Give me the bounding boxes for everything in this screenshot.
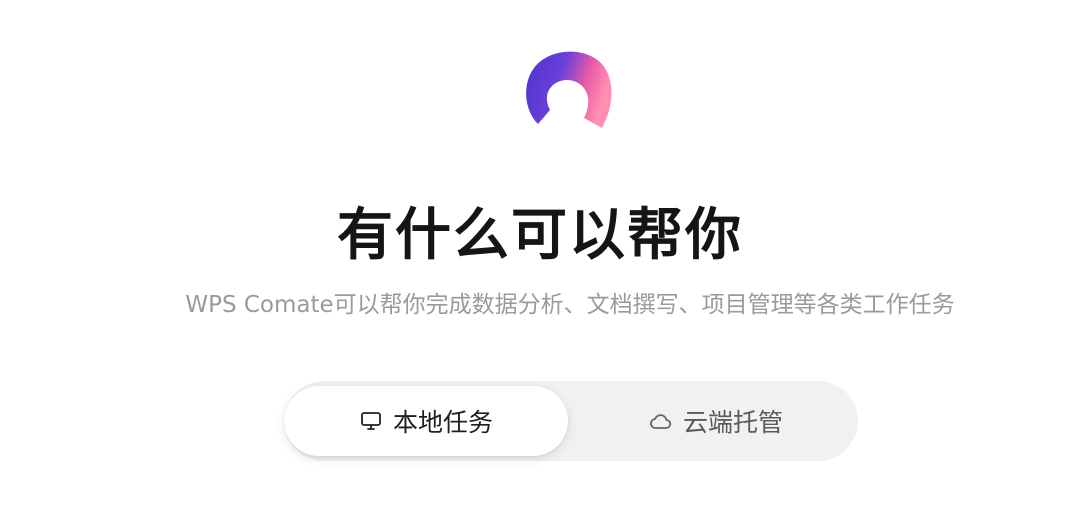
cloud-hosted-label: 云端托管 xyxy=(682,408,783,437)
page-title: 有什么可以帮你 xyxy=(337,203,743,268)
home-screen: 有什么可以帮你 WPS Comate可以帮你完成数据分析、文档撰写、项目管理等各… xyxy=(0,0,1080,532)
logo-mark-icon xyxy=(526,51,612,128)
cloud-icon xyxy=(649,409,673,433)
page-subtitle: WPS Comate可以帮你完成数据分析、文档撰写、项目管理等各类工作任务 xyxy=(185,292,955,318)
monitor-icon xyxy=(359,409,383,433)
mode-toggle: 本地任务 云端托管 xyxy=(284,381,858,461)
app-logo xyxy=(520,44,616,134)
cloud-hosted-tab[interactable]: 云端托管 xyxy=(574,386,858,456)
local-task-tab[interactable]: 本地任务 xyxy=(284,386,568,456)
local-task-label: 本地任务 xyxy=(392,408,493,437)
